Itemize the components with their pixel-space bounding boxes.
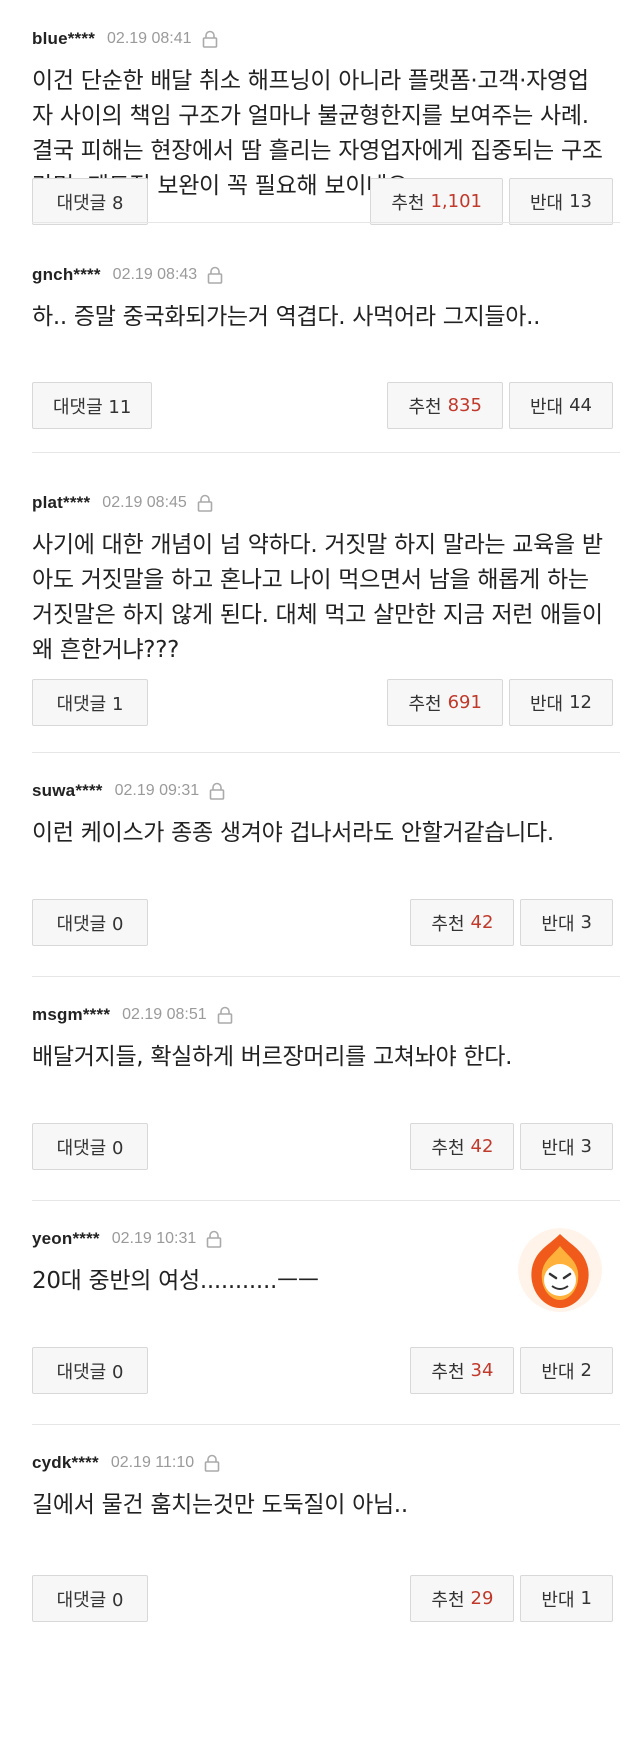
reply-button[interactable]: 대댓글 8 (32, 178, 148, 225)
downvote-count: 44 (569, 395, 592, 416)
comment-username[interactable]: yeon**** (32, 1229, 100, 1249)
downvote-label: 반대 (541, 913, 575, 935)
comment-text: 배달거지들, 확실하게 버르장머리를 고쳐놔야 한다. (32, 1044, 513, 1070)
lock-icon (204, 1454, 220, 1472)
comment-meta: plat**** 02.19 08:45 (32, 490, 608, 516)
lock-icon (207, 266, 223, 284)
downvote-label: 반대 (541, 1137, 575, 1159)
downvote-button[interactable]: 반대 44 (508, 382, 613, 429)
user-avatar[interactable] (518, 1228, 602, 1312)
downvote-button[interactable]: 반대 3 (520, 1123, 613, 1170)
comment-item: cydk**** 02.19 11:10 길에서 물건 훔치는것만 도둑질이 아… (0, 1424, 640, 1642)
lock-icon (202, 30, 217, 48)
comment-text: 하.. 증말 중국화되가는거 역겹다. 사먹어라 그지들아.. (32, 304, 541, 330)
comment-item: suwa**** 02.19 09:31 이런 케이스가 종종 생겨야 겁나서라… (0, 752, 640, 976)
upvote-count: 29 (470, 1588, 494, 1609)
downvote-label: 반대 (529, 693, 564, 715)
upvote-count: 42 (470, 912, 494, 933)
comment-date: 02.19 08:43 (112, 266, 198, 283)
comment-date: 02.19 08:41 (107, 30, 192, 47)
comment-item: blue**** 02.19 08:41 이건 단순한 배달 취소 해프닝이 아… (0, 0, 640, 225)
upvote-label: 추천 (408, 693, 442, 715)
lock-icon (217, 1006, 232, 1024)
downvote-button[interactable]: 반대 12 (508, 679, 613, 726)
lock-icon (206, 1230, 222, 1248)
comment-text: 이런 케이스가 종종 생겨야 겁나서라도 안할거같습니다. (32, 820, 554, 846)
downvote-count: 1 (580, 1588, 592, 1609)
upvote-label: 추천 (408, 396, 442, 418)
comment-list: blue**** 02.19 08:41 이건 단순한 배달 취소 해프닝이 아… (0, 0, 640, 1642)
lock-icon (197, 494, 213, 512)
comment-actions: 대댓글 11 추천 835 반대 44 (32, 382, 613, 429)
comment-actions: 대댓글 0 추천 29 반대 1 (32, 1575, 613, 1622)
comment-meta: yeon**** 02.19 10:31 (32, 1226, 608, 1252)
upvote-button[interactable]: 추천 42 (410, 1123, 515, 1170)
comment-item: plat**** 02.19 08:45 사기에 대한 개념이 넘 약하다. 거… (0, 452, 640, 752)
comment-meta: msgm**** 02.19 08:51 (32, 1002, 608, 1028)
downvote-label: 반대 (541, 1361, 575, 1383)
comment-username[interactable]: blue**** (32, 29, 95, 49)
comment-date: 02.19 09:31 (114, 782, 200, 799)
comment-actions: 대댓글 0 추천 42 반대 3 (32, 1123, 613, 1170)
reply-button[interactable]: 대댓글 1 (32, 679, 148, 726)
flame-avatar-icon (518, 1228, 602, 1312)
downvote-count: 3 (580, 912, 592, 933)
downvote-button[interactable]: 반대 3 (520, 899, 613, 946)
reply-button[interactable]: 대댓글 0 (32, 1123, 148, 1170)
downvote-label: 반대 (529, 396, 564, 418)
comment-item: msgm**** 02.19 08:51 배달거지들, 확실하게 버르장머리를 … (0, 976, 640, 1200)
downvote-button[interactable]: 반대 13 (508, 178, 613, 225)
upvote-label: 추천 (431, 1137, 465, 1159)
upvote-count: 835 (447, 395, 482, 416)
upvote-button[interactable]: 추천 29 (410, 1575, 515, 1622)
comment-item: yeon**** 02.19 10:31 20대 중반의 여성.........… (0, 1200, 640, 1424)
upvote-count: 1,101 (430, 191, 482, 212)
downvote-button[interactable]: 반대 2 (520, 1347, 613, 1394)
upvote-button[interactable]: 추천 835 (387, 382, 503, 429)
comment-username[interactable]: plat**** (32, 493, 90, 513)
comment-date: 02.19 08:51 (122, 1006, 207, 1023)
upvote-button[interactable]: 추천 34 (410, 1347, 515, 1394)
downvote-count: 2 (580, 1360, 592, 1381)
downvote-count: 3 (580, 1136, 592, 1157)
downvote-count: 12 (569, 692, 592, 713)
downvote-label: 반대 (529, 192, 564, 214)
downvote-label: 반대 (541, 1589, 575, 1611)
upvote-count: 42 (470, 1136, 494, 1157)
comment-date: 02.19 10:31 (111, 1230, 197, 1247)
downvote-count: 13 (569, 191, 592, 212)
upvote-count: 691 (447, 692, 482, 713)
lock-icon (209, 782, 225, 800)
comment-username[interactable]: msgm**** (32, 1005, 110, 1025)
comment-username[interactable]: gnch**** (32, 265, 101, 285)
reply-button[interactable]: 대댓글 0 (32, 1575, 148, 1622)
comment-item: gnch**** 02.19 08:43 하.. 증말 중국화되가는거 역겹다.… (0, 222, 640, 452)
comment-meta: blue**** 02.19 08:41 (32, 26, 608, 52)
upvote-count: 34 (470, 1360, 494, 1381)
comment-username[interactable]: cydk**** (32, 1453, 99, 1473)
downvote-button[interactable]: 반대 1 (520, 1575, 613, 1622)
reply-button[interactable]: 대댓글 11 (32, 382, 153, 429)
comment-actions: 대댓글 8 추천 1,101 반대 13 (32, 178, 613, 225)
upvote-label: 추천 (431, 1361, 465, 1383)
upvote-button[interactable]: 추천 691 (387, 679, 503, 726)
comment-actions: 대댓글 1 추천 691 반대 12 (32, 679, 613, 726)
comment-date: 02.19 11:10 (110, 1454, 195, 1471)
upvote-label: 추천 (391, 192, 425, 214)
comment-meta: gnch**** 02.19 08:43 (32, 262, 608, 288)
comment-meta: suwa**** 02.19 09:31 (32, 778, 608, 804)
upvote-label: 추천 (431, 913, 465, 935)
reply-button[interactable]: 대댓글 0 (32, 1347, 148, 1394)
comment-username[interactable]: suwa**** (32, 781, 103, 801)
comment-actions: 대댓글 0 추천 42 반대 3 (32, 899, 613, 946)
comment-date: 02.19 08:45 (102, 494, 187, 511)
comment-text: 사기에 대한 개념이 넘 약하다. 거짓말 하지 말라는 교육을 받아도 거짓말… (32, 532, 603, 663)
comment-actions: 대댓글 0 추천 34 반대 2 (32, 1347, 613, 1394)
comment-meta: cydk**** 02.19 11:10 (32, 1450, 608, 1476)
upvote-button[interactable]: 추천 42 (410, 899, 515, 946)
upvote-button[interactable]: 추천 1,101 (370, 178, 503, 225)
upvote-label: 추천 (431, 1589, 465, 1611)
comment-text: 길에서 물건 훔치는것만 도둑질이 아님.. (32, 1492, 408, 1518)
reply-button[interactable]: 대댓글 0 (32, 899, 148, 946)
